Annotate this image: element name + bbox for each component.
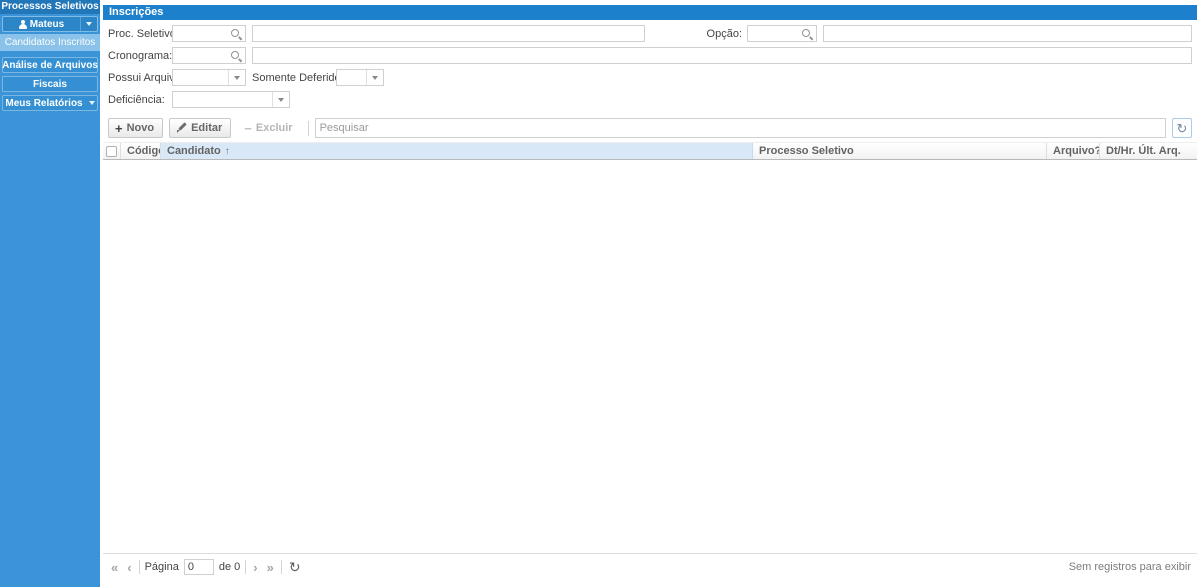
search-input[interactable] <box>315 119 1165 137</box>
cronograma-code-field <box>172 47 246 64</box>
proc-seletivo-name-input[interactable] <box>253 26 644 41</box>
search-icon <box>801 28 813 40</box>
toolbar-separator <box>307 120 309 136</box>
opcao-code-field <box>747 25 817 42</box>
chevron-down-icon <box>278 97 284 102</box>
main-panel: Inscrições Proc. Seletivo: Opção: Cronog… <box>103 5 1197 580</box>
column-header-processo-seletivo[interactable]: Processo Seletivo <box>753 143 1047 159</box>
search-icon <box>230 50 242 62</box>
user-menu-main[interactable]: Mateus <box>3 17 81 31</box>
sidebar: Processos Seletivos Mateus Candidatos In… <box>0 0 100 587</box>
filter-row-1: Proc. Seletivo: Opção: <box>108 25 1192 42</box>
minus-icon: − <box>244 120 252 136</box>
page-count-label: de 0 <box>218 561 241 573</box>
sidebar-item-candidatos-inscritos[interactable]: Candidatos Inscritos <box>0 34 100 51</box>
paging-toolbar: « ‹ Página de 0 › » ↻ Sem registros para… <box>103 553 1197 580</box>
filter-form: Proc. Seletivo: Opção: Cronograma: Possu… <box>103 20 1197 113</box>
grid-toolbar: + Novo Editar − Excluir ↻ <box>108 117 1192 139</box>
opcao-name-field <box>823 25 1192 42</box>
search-field <box>314 118 1166 138</box>
proc-seletivo-code-field <box>172 25 246 42</box>
first-page-button[interactable]: « <box>109 561 120 574</box>
page-label: Página <box>144 561 179 573</box>
somente-deferidos-label: Somente Deferidos: <box>252 71 350 84</box>
search-icon <box>230 28 242 40</box>
last-page-button[interactable]: » <box>265 561 276 574</box>
column-header-codigo[interactable]: Código <box>121 143 161 159</box>
excluir-button-label: Excluir <box>255 122 293 134</box>
possui-arquivo-dropdown-trigger[interactable] <box>228 70 245 85</box>
paging-refresh-button[interactable]: ↻ <box>287 560 303 574</box>
paging-separator <box>245 560 247 574</box>
somente-deferidos-combo <box>336 69 384 86</box>
novo-button[interactable]: + Novo <box>108 118 164 138</box>
refresh-button[interactable]: ↻ <box>1172 118 1192 138</box>
proc-seletivo-search-trigger[interactable] <box>227 26 245 41</box>
somente-deferidos-dropdown-trigger[interactable] <box>366 70 383 85</box>
filter-row-4: Deficiência: <box>108 91 1192 108</box>
filter-row-3: Possui Arquivo: Somente Deferidos: <box>108 69 1192 86</box>
possui-arquivo-combo <box>172 69 246 86</box>
user-icon <box>18 19 27 29</box>
sidebar-title: Processos Seletivos <box>0 0 100 14</box>
opcao-code-input[interactable] <box>748 26 798 41</box>
sidebar-item-fiscais[interactable]: Fiscais <box>2 76 98 92</box>
results-grid: Código Candidato ↑ Processo Seletivo Arq… <box>103 142 1197 553</box>
paging-separator <box>138 560 140 574</box>
select-all-header[interactable] <box>103 143 121 159</box>
sidebar-item-label: Meus Relatórios <box>5 97 83 109</box>
sidebar-item-meus-relatorios[interactable]: Meus Relatórios <box>2 95 98 111</box>
cronograma-code-input[interactable] <box>173 48 227 63</box>
chevron-down-icon <box>86 22 92 26</box>
editar-button-label: Editar <box>191 122 223 134</box>
novo-button-label: Novo <box>126 122 155 134</box>
refresh-icon: ↻ <box>1176 120 1188 136</box>
possui-arquivo-label: Possui Arquivo: <box>108 71 184 84</box>
column-header-candidato[interactable]: Candidato ↑ <box>161 143 753 159</box>
opcao-label: Opção: <box>706 27 742 40</box>
deficiencia-label: Deficiência: <box>108 93 165 106</box>
paging-separator <box>280 560 282 574</box>
grid-header: Código Candidato ↑ Processo Seletivo Arq… <box>103 142 1197 160</box>
column-header-arquivo[interactable]: Arquivo? <box>1047 143 1100 159</box>
next-page-button[interactable]: › <box>251 561 259 574</box>
column-header-dthr-ult-arq[interactable]: Dt/Hr. Últ. Arq. <box>1100 143 1197 159</box>
cronograma-name-input[interactable] <box>253 48 1191 63</box>
filter-row-2: Cronograma: <box>108 47 1192 64</box>
cronograma-name-field <box>252 47 1192 64</box>
chevron-down-icon <box>88 101 95 105</box>
opcao-search-trigger[interactable] <box>798 26 816 41</box>
user-menu-caret[interactable] <box>81 17 97 31</box>
proc-seletivo-label: Proc. Seletivo: <box>108 27 179 40</box>
empty-status-text: Sem registros para exibir <box>1068 561 1191 573</box>
grid-body-empty <box>103 160 1197 553</box>
somente-deferidos-input[interactable] <box>337 70 366 85</box>
select-all-checkbox[interactable] <box>106 145 117 157</box>
page-title: Inscrições <box>103 5 1197 20</box>
chevron-down-icon <box>372 75 378 80</box>
user-name-label: Mateus <box>29 18 65 30</box>
column-header-candidato-label: Candidato <box>167 145 221 157</box>
excluir-button[interactable]: − Excluir <box>237 118 301 138</box>
proc-seletivo-code-input[interactable] <box>173 26 227 41</box>
deficiencia-dropdown-trigger[interactable] <box>272 92 289 107</box>
prev-page-button[interactable]: ‹ <box>125 561 133 574</box>
sort-asc-icon: ↑ <box>224 145 230 157</box>
cronograma-label: Cronograma: <box>108 49 173 62</box>
possui-arquivo-input[interactable] <box>173 70 228 85</box>
page-input[interactable] <box>183 559 214 575</box>
chevron-down-icon <box>234 75 240 80</box>
cronograma-search-trigger[interactable] <box>227 48 245 63</box>
pencil-icon <box>176 123 187 134</box>
app-window: Processos Seletivos Mateus Candidatos In… <box>0 0 1200 587</box>
deficiencia-combo <box>172 91 290 108</box>
sidebar-item-analise-de-arquivos[interactable]: Análise de Arquivos <box>2 57 98 73</box>
opcao-name-input[interactable] <box>824 26 1191 41</box>
editar-button[interactable]: Editar <box>169 118 232 138</box>
deficiencia-input[interactable] <box>173 92 272 107</box>
proc-seletivo-name-field <box>252 25 645 42</box>
plus-icon: + <box>115 120 123 136</box>
user-menu-button[interactable]: Mateus <box>2 16 98 32</box>
